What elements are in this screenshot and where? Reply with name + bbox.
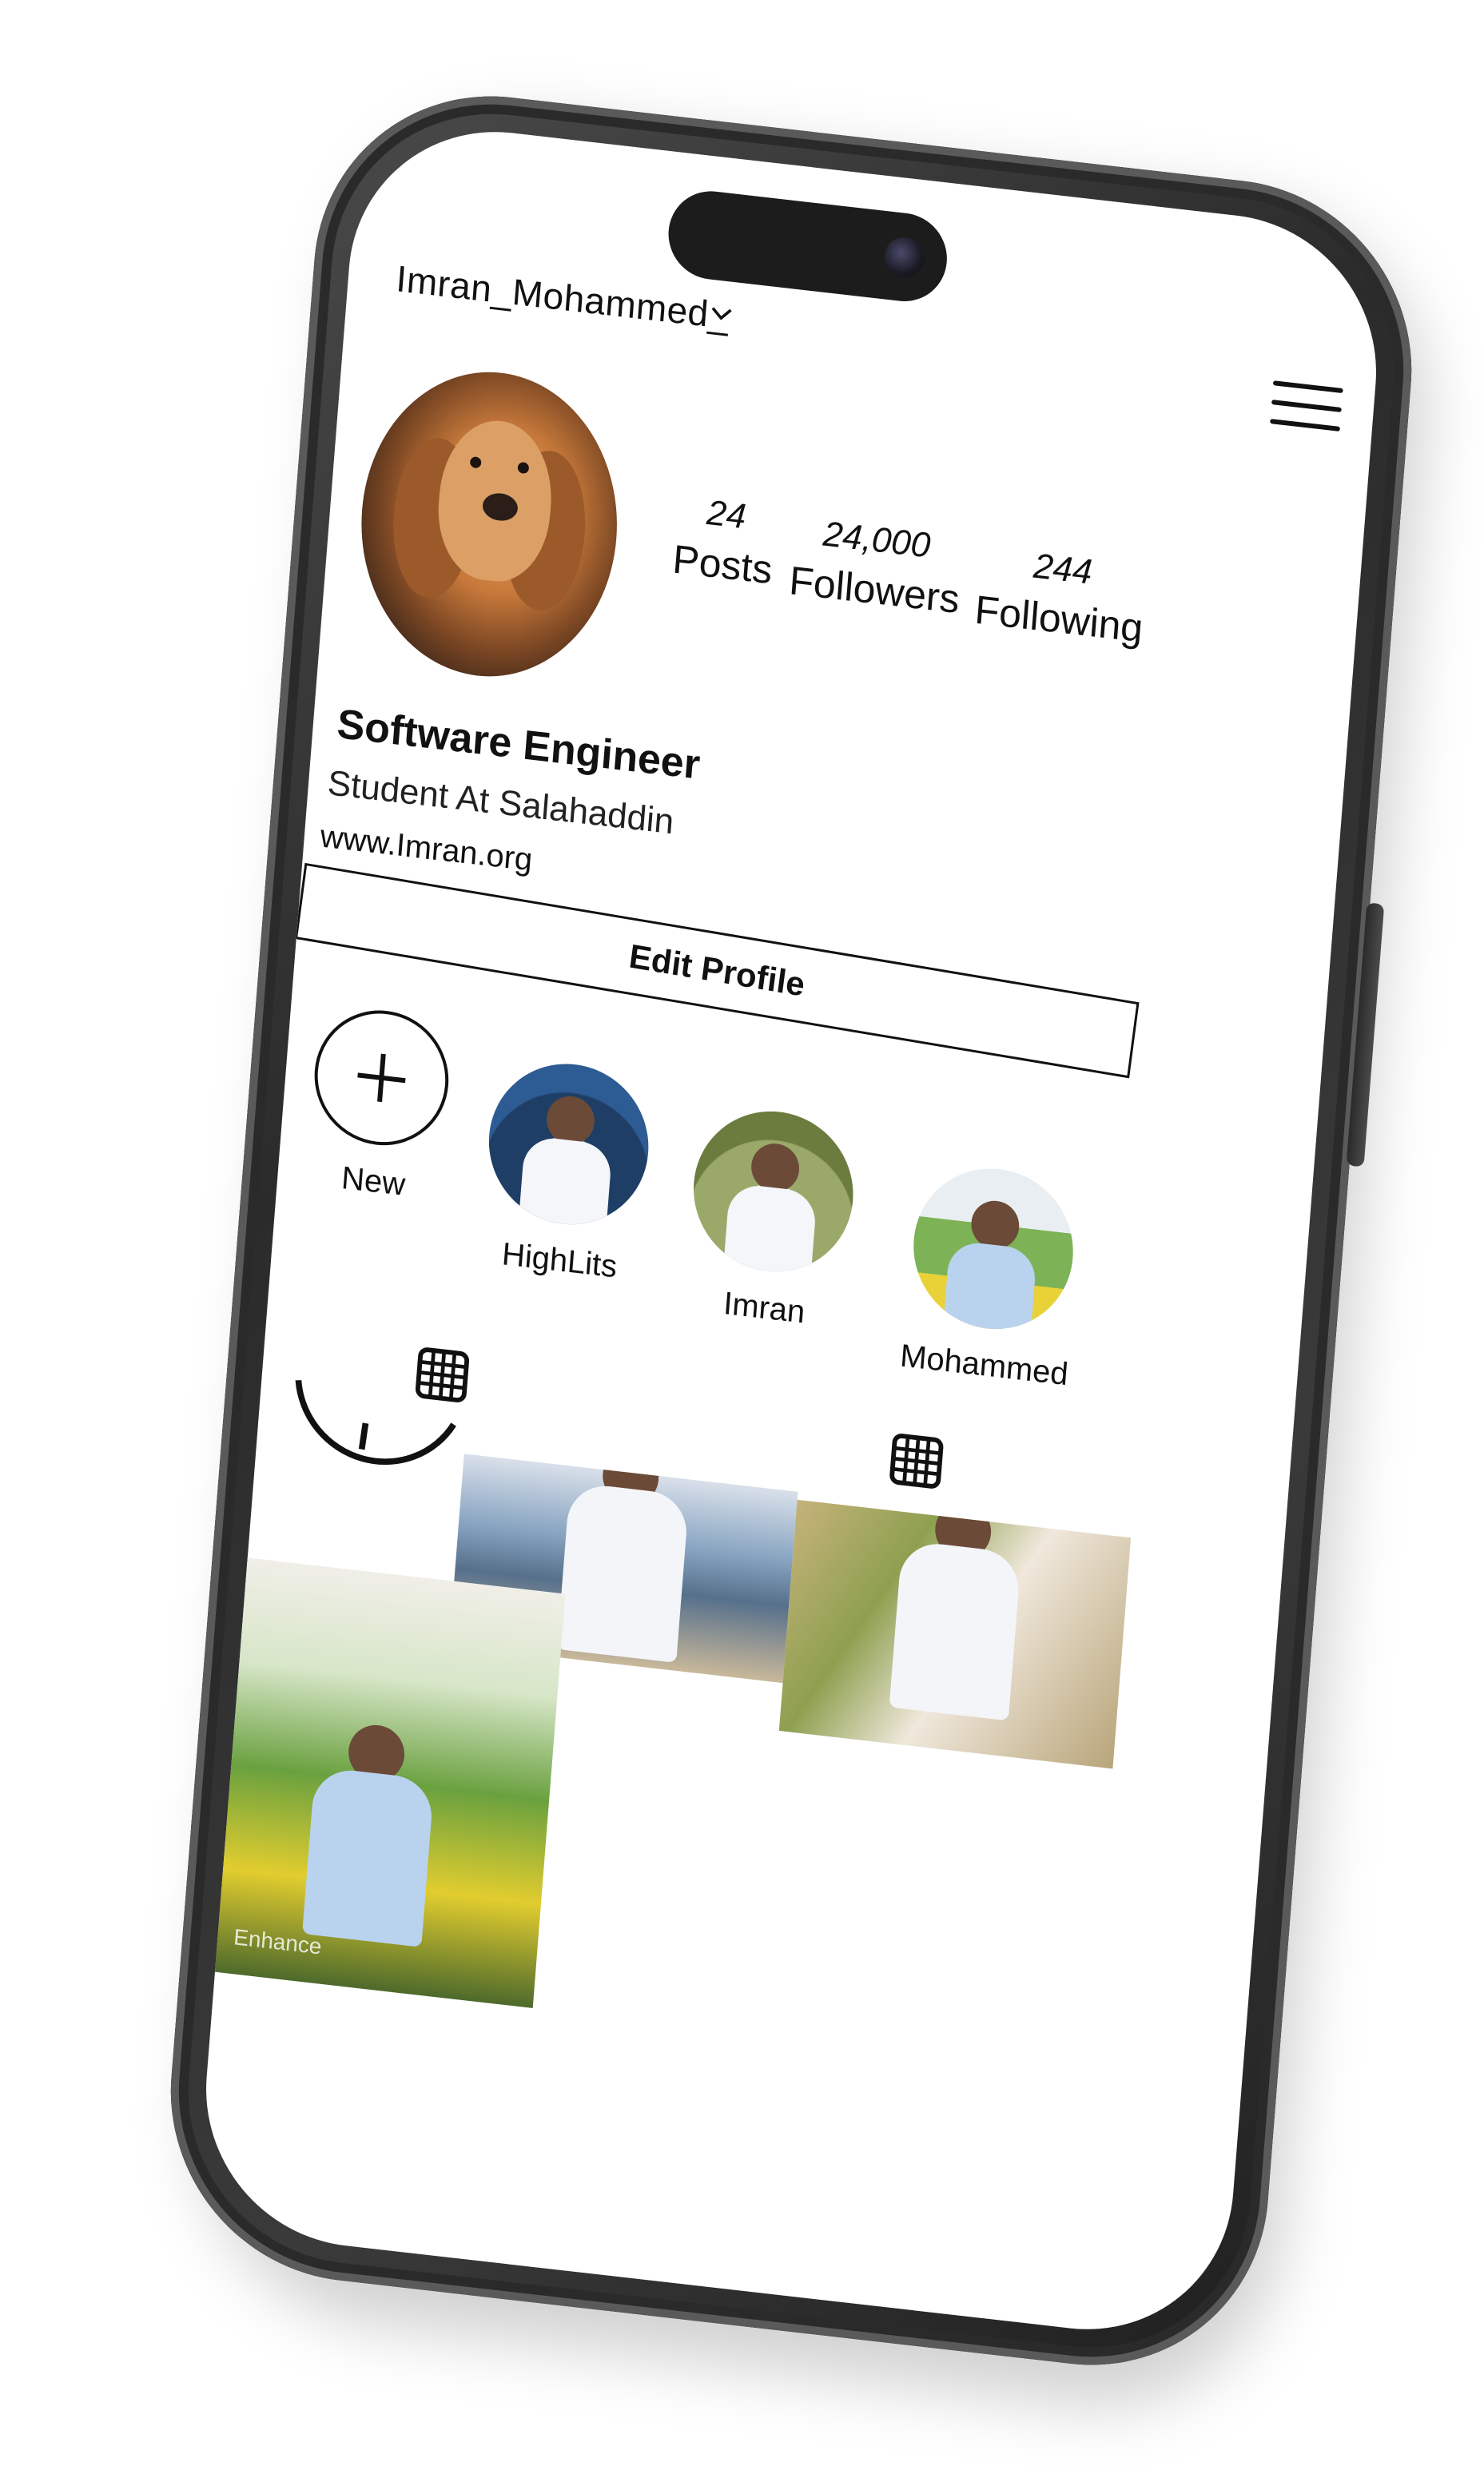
website-link[interactable]: www.Imran.org xyxy=(319,818,534,878)
post-thumbnail[interactable]: Enhance xyxy=(199,1556,566,2009)
camera-lens-icon xyxy=(883,235,926,280)
grid-icon[interactable] xyxy=(412,1344,472,1406)
highlight-image xyxy=(907,1159,1080,1338)
grid-icon[interactable] xyxy=(886,1430,946,1493)
profile-avatar[interactable] xyxy=(350,358,629,690)
stat-posts-value: 24 xyxy=(705,492,748,537)
highlight-label: New xyxy=(340,1159,407,1203)
stat-followers-label: Followers xyxy=(787,558,961,622)
menu-line xyxy=(1270,418,1341,432)
stat-posts[interactable]: 24 Posts xyxy=(669,489,779,593)
person-body xyxy=(722,1182,818,1281)
stat-following[interactable]: 244 Following xyxy=(969,539,1152,652)
stat-followers[interactable]: 24,000 Followers xyxy=(788,511,962,622)
stat-posts-label: Posts xyxy=(670,536,774,593)
person-body xyxy=(942,1239,1038,1338)
highlight-image xyxy=(483,1055,654,1233)
highlight-label: HighLits xyxy=(500,1236,619,1285)
post-thumbnail[interactable] xyxy=(778,1499,1132,1769)
highlight-new-circle xyxy=(309,1003,454,1153)
username[interactable]: Imran_Mohammed_ xyxy=(395,257,731,337)
menu-line xyxy=(1272,380,1343,394)
highlight-image xyxy=(687,1103,860,1281)
person-body xyxy=(889,1540,1022,1721)
chevron-down-icon[interactable] xyxy=(707,299,736,329)
highlight-new[interactable]: New xyxy=(292,1002,466,1209)
phone-mockup: Imran_Mohammed_ 24 Posts 24,000 Follower… xyxy=(157,77,1440,2427)
highlight-label: Mohammed xyxy=(898,1338,1070,1393)
plus-icon xyxy=(357,1053,406,1103)
highlight-imran[interactable]: Imran xyxy=(659,1100,883,1338)
highlight-highlits[interactable]: HighLits xyxy=(455,1052,678,1291)
highlight-mohammed[interactable]: Mohammed xyxy=(864,1155,1119,1397)
profile-stats: 24 Posts 24,000 Followers 244 Following xyxy=(666,493,1168,681)
person-body xyxy=(556,1482,690,1663)
person-body xyxy=(302,1766,435,1947)
phone-screen: Imran_Mohammed_ 24 Posts 24,000 Follower… xyxy=(194,115,1388,2346)
hamburger-menu-icon[interactable] xyxy=(1269,380,1343,444)
highlight-label: Imran xyxy=(722,1286,806,1330)
person-body xyxy=(517,1135,613,1233)
stage: Imran_Mohammed_ 24 Posts 24,000 Follower… xyxy=(0,0,1484,2474)
menu-line xyxy=(1271,400,1342,413)
